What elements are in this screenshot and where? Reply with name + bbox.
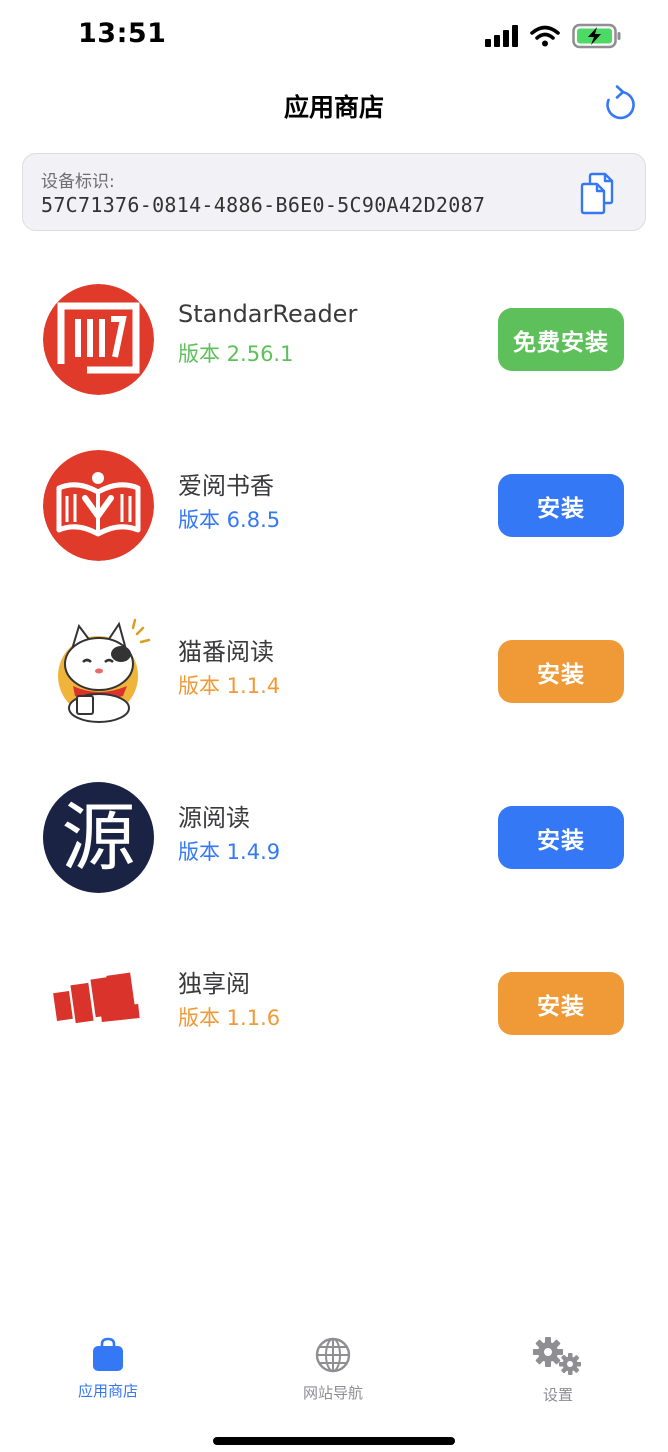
copy-button[interactable] xyxy=(577,171,617,215)
app-version: 版本 2.56.1 xyxy=(178,342,294,366)
ai-yue-shu-xiang-logo xyxy=(43,450,154,561)
tab-app-store[interactable]: 应用商店 xyxy=(28,1326,188,1406)
install-button[interactable]: 安装 xyxy=(498,474,624,537)
free-install-button[interactable]: 免费安装 xyxy=(498,308,624,371)
page-title: 应用商店 xyxy=(283,93,384,122)
app-row-standarreader: StandarReader 版本 2.56.1 免费安装 xyxy=(0,256,668,422)
copy-icon xyxy=(580,172,614,215)
app-name: 爱阅书香 xyxy=(178,472,274,500)
status-time: 13:51 xyxy=(78,18,167,49)
du-xiang-yue-logo xyxy=(43,948,154,1059)
home-indicator xyxy=(213,1437,455,1445)
device-id-card: 设备标识: 57C71376-0814-4886-B6E0-5C90A42D20… xyxy=(22,153,646,231)
app-name: 独享阅 xyxy=(178,970,250,998)
refresh-icon xyxy=(606,85,635,120)
shopping-bag-icon xyxy=(93,1337,123,1371)
battery-charging-icon xyxy=(572,23,621,49)
nav-bar: 应用商店 xyxy=(0,72,668,142)
device-id-label: 设备标识: xyxy=(41,172,115,192)
device-id-value: 57C71376-0814-4886-B6E0-5C90A42D2087 xyxy=(41,193,486,217)
tab-settings[interactable]: 设置 xyxy=(478,1326,638,1406)
tab-bar: 应用商店 网站导航 设置 xyxy=(0,1326,668,1416)
tab-label: 网站导航 xyxy=(302,1384,363,1402)
app-version: 版本 6.8.5 xyxy=(178,508,281,532)
app-name: 源阅读 xyxy=(178,804,250,832)
gears-icon xyxy=(533,1337,581,1375)
tab-label: 应用商店 xyxy=(77,1382,138,1400)
install-button[interactable]: 安装 xyxy=(498,806,624,869)
yuan-logo-text: 源 xyxy=(61,794,136,881)
tab-website-nav[interactable]: 网站导航 xyxy=(253,1326,413,1406)
standar-reader-logo xyxy=(43,284,154,395)
yuan-yue-du-logo: 源 xyxy=(43,782,154,893)
cellular-signal-icon xyxy=(485,25,518,47)
app-row-yuanyuedu: 源 源阅读 版本 1.4.9 安装 xyxy=(0,754,668,920)
app-row-aiyueshuxiang: 爱阅书香 版本 6.8.5 安装 xyxy=(0,422,668,588)
tab-label: 设置 xyxy=(542,1386,573,1404)
wifi-icon xyxy=(530,25,560,47)
app-version: 版本 1.1.4 xyxy=(178,674,281,698)
app-version: 版本 1.4.9 xyxy=(178,840,281,864)
app-name: 猫番阅读 xyxy=(178,638,274,666)
mao-fan-cat-logo xyxy=(43,616,154,727)
refresh-button[interactable] xyxy=(600,84,640,124)
install-button[interactable]: 安装 xyxy=(498,972,624,1035)
status-bar: 13:51 xyxy=(0,0,668,72)
status-icons xyxy=(485,22,622,50)
app-version: 版本 1.1.6 xyxy=(178,1006,281,1030)
install-button[interactable]: 安装 xyxy=(498,640,624,703)
globe-icon xyxy=(315,1337,351,1373)
app-row-maofanyuedu: 猫番阅读 版本 1.1.4 安装 xyxy=(0,588,668,754)
app-name: StandarReader xyxy=(178,300,358,328)
app-row-duxiangyue: 独享阅 版本 1.1.6 安装 xyxy=(0,920,668,1086)
